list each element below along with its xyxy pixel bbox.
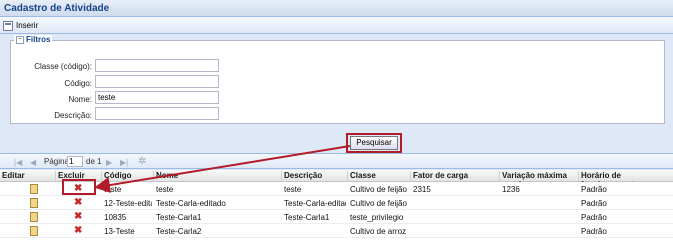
last-page-icon[interactable]: ▶| xyxy=(120,158,128,167)
delete-icon[interactable]: ✖ xyxy=(74,198,84,208)
edit-icon[interactable] xyxy=(30,184,38,194)
cell-nome: Teste-Carla-editado xyxy=(156,199,226,208)
delete-icon[interactable]: ✖ xyxy=(74,212,84,222)
page-label: Página xyxy=(44,157,69,166)
edit-icon[interactable] xyxy=(30,212,38,222)
col-nome[interactable]: Nome xyxy=(153,171,280,181)
table-row[interactable]: ✖ 13-Teste Teste-Carla2 Cultivo de arroz… xyxy=(0,224,673,238)
pager-toolbar: |◀ ◀ Página de 1 ▶ ▶| ✲ xyxy=(0,153,673,169)
window-title-bar: Cadastro de Atividade xyxy=(0,0,673,17)
codigo-label: Código: xyxy=(64,79,92,88)
grid-header: Editar Excluir Código Nome Descrição Cla… xyxy=(0,170,673,189)
cell-horario: Padrão xyxy=(581,199,607,208)
col-descricao[interactable]: Descrição xyxy=(281,171,346,181)
cell-descricao: Teste-Carla-editado xyxy=(284,199,346,208)
cell-classe: teste_privilegio xyxy=(350,213,404,222)
nome-label: Nome: xyxy=(68,95,92,104)
cell-codigo: 13-Teste xyxy=(104,227,135,236)
cell-codigo: 10835 xyxy=(104,213,127,222)
cell-nome: Teste-Carla2 xyxy=(156,227,202,236)
collapse-icon[interactable]: − xyxy=(16,35,24,44)
cell-fator: 2315 xyxy=(413,185,431,194)
delete-highlight xyxy=(62,179,96,195)
cell-horario: Padrão xyxy=(581,213,607,222)
insert-label: Inserir xyxy=(16,21,39,30)
cell-descricao: Teste-Carla1 xyxy=(284,213,330,222)
delete-icon[interactable]: ✖ xyxy=(74,226,84,236)
descricao-label: Descrição: xyxy=(54,111,92,120)
cell-descricao: teste xyxy=(284,185,302,194)
edit-icon[interactable] xyxy=(30,198,38,208)
prev-page-icon[interactable]: ◀ xyxy=(30,158,36,167)
filters-legend: − Filtros xyxy=(14,35,53,44)
cell-codigo: teste xyxy=(104,185,122,194)
table-row[interactable]: ✖ teste teste teste Cultivo de feijão 23… xyxy=(0,182,673,196)
cell-classe: Cultivo de feijão xyxy=(350,199,407,208)
cell-classe: Cultivo de arroz xyxy=(350,227,407,236)
col-codigo[interactable]: Código xyxy=(101,171,152,181)
page-of-label: de 1 xyxy=(86,157,102,166)
grid-body: ✖ teste teste teste Cultivo de feijão 23… xyxy=(0,182,673,241)
classe-codigo-label: Classe (código): xyxy=(34,62,92,71)
first-page-icon[interactable]: |◀ xyxy=(14,158,22,167)
col-variacao[interactable]: Variação máxima geral xyxy=(499,171,577,189)
cell-classe: Cultivo de feijão xyxy=(350,185,407,194)
cell-horario: Padrão xyxy=(581,185,607,194)
cell-horario: Padrão xyxy=(581,227,607,236)
refresh-icon[interactable]: ✲ xyxy=(138,156,146,167)
classe-codigo-input[interactable] xyxy=(95,59,219,72)
codigo-input[interactable] xyxy=(95,75,219,88)
cell-nome: Teste-Carla1 xyxy=(156,213,202,222)
cell-variacao: 1236 xyxy=(502,185,520,194)
search-highlight xyxy=(346,133,402,153)
descricao-input[interactable] xyxy=(95,107,219,120)
insert-button[interactable]: Inserir xyxy=(3,19,38,32)
next-page-icon[interactable]: ▶ xyxy=(106,158,112,167)
nome-input[interactable] xyxy=(95,91,219,104)
table-row[interactable]: ✖ 12-Teste-editad Teste-Carla-editado Te… xyxy=(0,196,673,210)
col-classe[interactable]: Classe xyxy=(347,171,409,181)
edit-icon[interactable] xyxy=(30,226,38,236)
cell-nome: teste xyxy=(156,185,174,194)
table-row[interactable]: ✖ 10835 Teste-Carla1 Teste-Carla1 teste_… xyxy=(0,210,673,224)
toolbar: Inserir xyxy=(0,17,673,34)
page-number-input[interactable] xyxy=(67,156,83,167)
cell-codigo: 12-Teste-editad xyxy=(104,199,152,208)
window-title: Cadastro de Atividade xyxy=(4,3,110,14)
col-horario[interactable]: Horário de funcionamento xyxy=(578,171,673,189)
col-fator-carga[interactable]: Fator de carga xyxy=(410,171,498,181)
col-editar[interactable]: Editar xyxy=(0,171,44,181)
insert-icon xyxy=(3,20,13,31)
filters-title: Filtros xyxy=(26,35,51,44)
